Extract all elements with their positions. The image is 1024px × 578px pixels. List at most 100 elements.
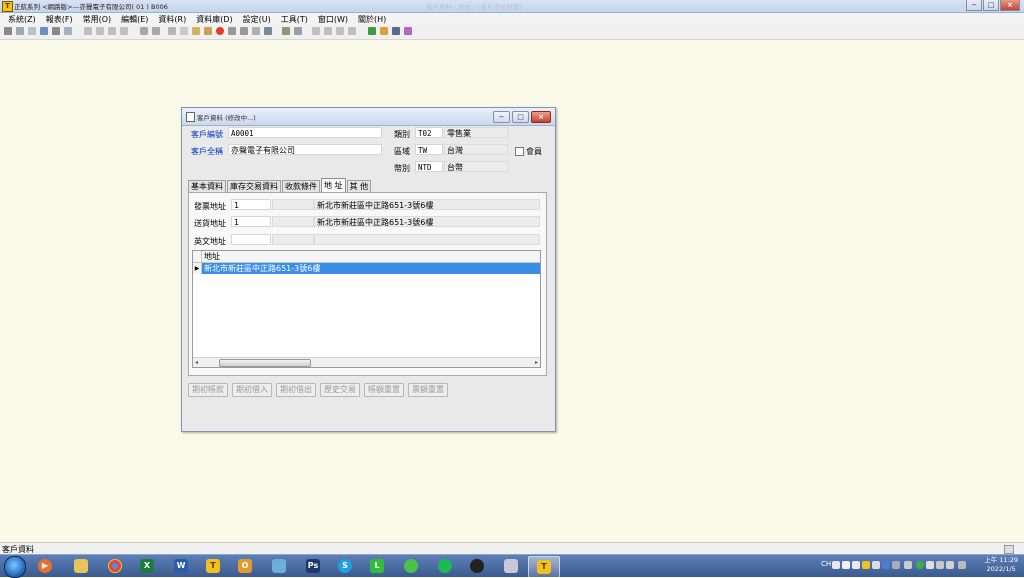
calendar-icon[interactable]: [380, 27, 388, 35]
delete-icon[interactable]: [240, 27, 248, 35]
tab-payment-terms[interactable]: 收款條件: [282, 180, 320, 192]
ime-icon[interactable]: [832, 561, 840, 569]
copy-icon[interactable]: [28, 27, 36, 35]
help-icon[interactable]: [882, 561, 890, 569]
document-icon[interactable]: [252, 27, 260, 35]
dialog-minimize-button[interactable]: −: [493, 111, 510, 123]
taskbar-chrome[interactable]: [100, 556, 130, 576]
eraser-icon[interactable]: [404, 27, 412, 35]
member-checkbox[interactable]: [515, 147, 524, 156]
menu-window[interactable]: 窗口(W): [313, 14, 353, 25]
list-icon[interactable]: [64, 27, 72, 35]
undo-icon[interactable]: [348, 27, 356, 35]
taskbar-word[interactable]: W: [166, 556, 196, 576]
tab-address[interactable]: 地 址: [321, 178, 346, 192]
taskbar-media-player[interactable]: ▶: [30, 556, 60, 576]
invoice-address-code[interactable]: 1: [231, 199, 271, 210]
zoom-icon[interactable]: [294, 27, 302, 35]
battery-icon[interactable]: [936, 561, 944, 569]
chart-icon[interactable]: [368, 27, 376, 35]
taskbar-excel[interactable]: X: [132, 556, 162, 576]
first-record-icon[interactable]: [84, 27, 92, 35]
taskbar-skype[interactable]: S: [330, 556, 360, 576]
taskbar-outlook[interactable]: O: [230, 556, 260, 576]
scroll-left-icon[interactable]: ◂: [195, 358, 198, 367]
print-icon[interactable]: [140, 27, 148, 35]
scroll-thumb[interactable]: [219, 359, 311, 367]
taskbar-tool[interactable]: [496, 556, 526, 576]
cut-icon[interactable]: [312, 27, 320, 35]
grid-cell-address[interactable]: 新北市新莊區中正路651-3號6樓: [202, 263, 540, 274]
clock[interactable]: 上午 11:29 2022/1/5: [984, 556, 1018, 574]
window-icon[interactable]: [40, 27, 48, 35]
close-button[interactable]: ×: [1000, 0, 1020, 11]
volume-icon[interactable]: [958, 561, 966, 569]
calculator-icon[interactable]: [392, 27, 400, 35]
opening-lend-out-button[interactable]: 期初借出: [276, 383, 316, 397]
new-icon[interactable]: [180, 27, 188, 35]
tab-other[interactable]: 其 他: [346, 180, 372, 192]
find-icon[interactable]: [4, 27, 12, 35]
dialog-maximize-button[interactable]: □: [512, 111, 529, 123]
minimize-button[interactable]: −: [966, 0, 982, 11]
english-address-code[interactable]: [231, 234, 271, 245]
taskbar-qq[interactable]: [462, 556, 492, 576]
category-code-field[interactable]: T02: [415, 127, 443, 138]
ime-mode-icon[interactable]: [842, 561, 850, 569]
camera-icon[interactable]: [52, 27, 60, 35]
opening-balance-button[interactable]: 期初帳款: [188, 383, 228, 397]
menu-edit[interactable]: 編輯(E): [116, 14, 153, 25]
paste-icon[interactable]: [324, 27, 332, 35]
menu-system[interactable]: 系統(Z): [0, 14, 41, 25]
history-transactions-button[interactable]: 歷史交易: [320, 383, 360, 397]
menu-about[interactable]: 關於(H): [353, 14, 391, 25]
scroll-right-icon[interactable]: ▸: [535, 358, 538, 367]
punctuation-icon[interactable]: [852, 561, 860, 569]
tools-icon[interactable]: [228, 27, 236, 35]
dialog-close-button[interactable]: ×: [531, 111, 551, 123]
tab-basic-info[interactable]: 基本資料: [188, 180, 226, 192]
filter-icon[interactable]: [16, 27, 24, 35]
prev-record-icon[interactable]: [96, 27, 104, 35]
next-record-icon[interactable]: [108, 27, 116, 35]
menu-settings[interactable]: 設定(U): [238, 14, 276, 25]
note-reset-button[interactable]: 票額重置: [408, 383, 448, 397]
taskbar-zhenghang[interactable]: T: [198, 556, 228, 576]
taskbar-spotify[interactable]: [430, 556, 460, 576]
customer-no-field[interactable]: A0001: [228, 127, 382, 138]
taskbar-zhenghang-active[interactable]: T: [528, 556, 560, 578]
taskbar-network-app[interactable]: [264, 556, 294, 576]
show-hidden-icon[interactable]: [904, 561, 912, 569]
table-row[interactable]: ▶ 新北市新莊區中正路651-3號6樓: [193, 263, 540, 274]
preview-icon[interactable]: [152, 27, 160, 35]
taskbar-line[interactable]: L: [362, 556, 392, 576]
account-reset-button[interactable]: 帳額重置: [364, 383, 404, 397]
taskbar-photoshop[interactable]: Ps: [298, 556, 328, 576]
tab-inventory-transactions[interactable]: 庫存交易資料: [227, 180, 281, 192]
horizontal-scrollbar[interactable]: ◂ ▸: [193, 357, 540, 367]
grid-column-address[interactable]: 地址: [204, 251, 220, 262]
folder-icon[interactable]: [192, 27, 200, 35]
resize-grip-icon[interactable]: [1004, 545, 1014, 554]
currency-code-field[interactable]: NTD: [415, 161, 443, 172]
menu-tools[interactable]: 工具(T): [276, 14, 313, 25]
maximize-button[interactable]: □: [983, 0, 999, 11]
menu-data[interactable]: 資料(R): [153, 14, 191, 25]
stop-icon[interactable]: [216, 27, 224, 35]
start-button[interactable]: [4, 556, 26, 578]
customer-name-field[interactable]: 亦聲電子有限公司: [228, 144, 382, 155]
save-icon[interactable]: [168, 27, 176, 35]
delivery-address-code[interactable]: 1: [231, 216, 271, 227]
menu-database[interactable]: 資料庫(D): [191, 14, 237, 25]
chat-tray-icon[interactable]: [916, 561, 924, 569]
opening-borrow-in-button[interactable]: 期初借入: [232, 383, 272, 397]
taskbar-file-explorer[interactable]: [66, 556, 96, 576]
sort-icon[interactable]: [282, 27, 290, 35]
network-icon[interactable]: [946, 561, 954, 569]
flag-icon[interactable]: [926, 561, 934, 569]
attach-icon[interactable]: [264, 27, 272, 35]
menu-reports[interactable]: 報表(F): [41, 14, 78, 25]
tray-app-icon[interactable]: [862, 561, 870, 569]
region-code-field[interactable]: TW: [415, 144, 443, 155]
taskbar-wechat[interactable]: [396, 556, 426, 576]
